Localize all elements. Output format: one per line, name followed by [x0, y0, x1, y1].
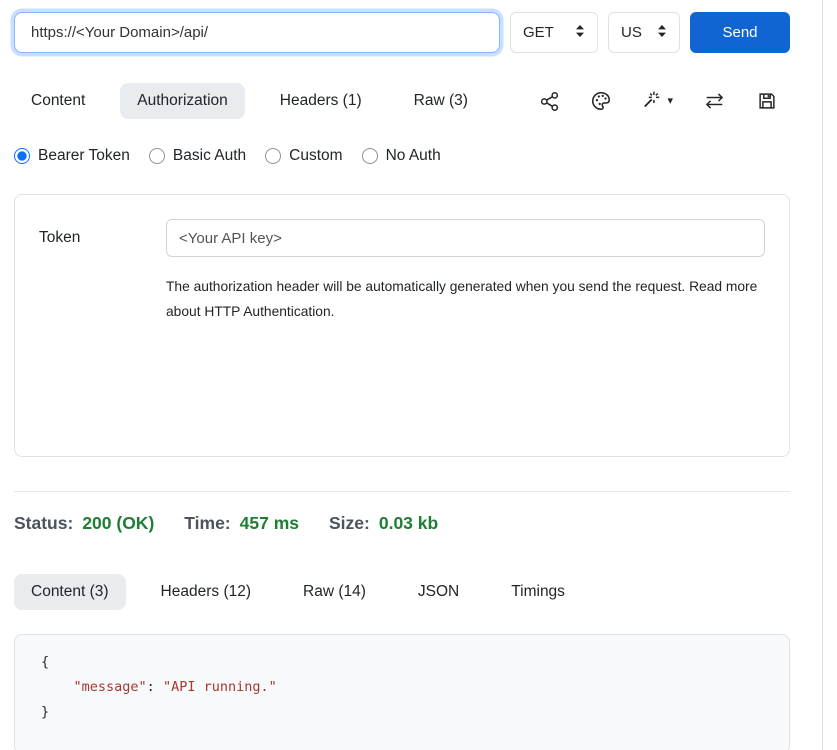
radio-custom-input[interactable]: [265, 148, 281, 164]
response-body-panel: { "message": "API running." }: [14, 634, 790, 750]
status-label: Status:: [14, 513, 73, 534]
radio-label: Basic Auth: [173, 147, 246, 165]
chevron-down-icon: ▾: [667, 96, 673, 107]
region-select[interactable]: US: [608, 12, 680, 53]
status-group: Status: 200 (OK): [14, 513, 154, 534]
json-value: "API running.": [163, 679, 277, 695]
radio-custom[interactable]: Custom: [265, 147, 342, 165]
json-key: "message": [74, 679, 147, 695]
token-panel: Token The authorization header will be a…: [14, 194, 790, 457]
radio-bearer-token-input[interactable]: [14, 148, 30, 164]
response-tab-json[interactable]: JSON: [401, 574, 476, 610]
select-arrows-icon: [575, 24, 585, 42]
token-label: Token: [39, 229, 166, 247]
radio-no-auth[interactable]: No Auth: [362, 147, 441, 165]
radio-label: Bearer Token: [38, 147, 130, 165]
request-bar: GET US Send: [14, 12, 790, 53]
radio-basic-auth-input[interactable]: [149, 148, 165, 164]
token-input[interactable]: [166, 219, 765, 257]
auth-type-options: Bearer Token Basic Auth Custom No Auth: [14, 147, 790, 165]
response-json: { "message": "API running." }: [41, 650, 763, 725]
api-client: GET US Send Content Authorization Header…: [14, 12, 790, 750]
swap-arrows-icon[interactable]: [703, 90, 726, 112]
tab-content[interactable]: Content: [14, 83, 102, 119]
send-button[interactable]: Send: [690, 12, 790, 53]
select-arrows-icon: [657, 24, 667, 42]
tab-raw[interactable]: Raw (3): [397, 83, 485, 119]
save-icon[interactable]: [756, 90, 778, 112]
radio-basic-auth[interactable]: Basic Auth: [149, 147, 246, 165]
palette-icon[interactable]: [590, 90, 612, 112]
radio-bearer-token[interactable]: Bearer Token: [14, 147, 130, 165]
response-tab-raw[interactable]: Raw (14): [286, 574, 383, 610]
json-colon: :: [147, 679, 163, 695]
section-divider: [14, 491, 790, 492]
radio-label: Custom: [289, 147, 342, 165]
size-label: Size:: [329, 513, 370, 534]
response-tab-headers[interactable]: Headers (12): [144, 574, 268, 610]
response-summary: Status: 200 (OK) Time: 457 ms Size: 0.03…: [14, 513, 790, 534]
size-value: 0.03 kb: [379, 513, 438, 534]
token-help-text: The authorization header will be automat…: [166, 274, 765, 324]
json-brace-open: {: [41, 654, 49, 670]
tab-headers[interactable]: Headers (1): [263, 83, 379, 119]
request-tabs: Content Authorization Headers (1) Raw (3…: [14, 83, 485, 119]
radio-no-auth-input[interactable]: [362, 148, 378, 164]
time-value: 457 ms: [240, 513, 299, 534]
region-select-value: US: [621, 24, 642, 41]
toolbar-icons: ▾: [539, 90, 790, 112]
radio-label: No Auth: [386, 147, 441, 165]
response-tab-timings[interactable]: Timings: [494, 574, 582, 610]
time-label: Time:: [184, 513, 230, 534]
json-brace-close: }: [41, 704, 49, 720]
size-group: Size: 0.03 kb: [329, 513, 438, 534]
url-input[interactable]: [14, 12, 500, 53]
tab-authorization[interactable]: Authorization: [120, 83, 244, 119]
response-tabs: Content (3) Headers (12) Raw (14) JSON T…: [14, 574, 790, 610]
share-icon[interactable]: [539, 91, 560, 112]
page-right-border: [822, 0, 823, 750]
method-select[interactable]: GET: [510, 12, 598, 53]
method-select-value: GET: [523, 24, 554, 41]
response-tab-content[interactable]: Content (3): [14, 574, 126, 610]
status-value: 200 (OK): [82, 513, 154, 534]
time-group: Time: 457 ms: [184, 513, 299, 534]
json-indent: [41, 679, 74, 695]
magic-wand-menu-icon[interactable]: ▾: [642, 90, 673, 112]
request-tabs-row: Content Authorization Headers (1) Raw (3…: [14, 83, 790, 119]
